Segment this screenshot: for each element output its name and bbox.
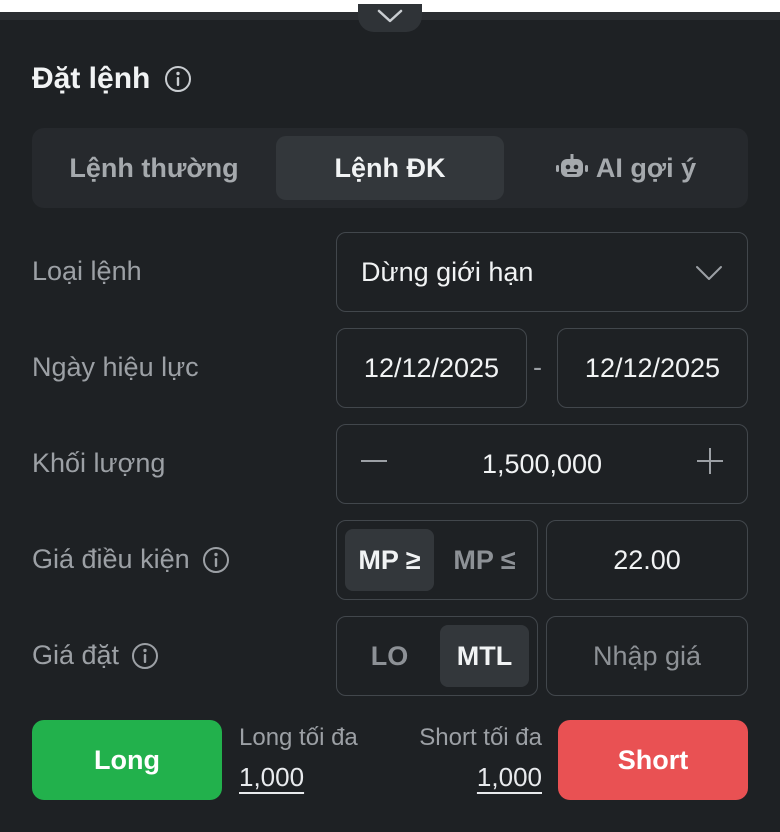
condition-price-label-row: Giá điều kiện [32, 544, 230, 575]
condition-operator-toggle: MP ≥ MP ≤ [336, 520, 538, 600]
long-button-label: Long [94, 744, 160, 775]
info-icon[interactable] [131, 642, 159, 670]
tab-label: Lệnh ĐK [334, 152, 446, 183]
option-label: MP ≥ [358, 544, 421, 575]
lo-option[interactable]: LO [345, 625, 434, 687]
mtl-option[interactable]: MTL [440, 625, 529, 687]
chevron-down-icon [695, 257, 723, 288]
panel-title-row: Đặt lệnh [32, 62, 192, 96]
minus-icon[interactable] [359, 446, 389, 483]
tab-label: AI gợi ý [595, 152, 697, 183]
order-price-placeholder: Nhập giá [592, 640, 702, 671]
short-max-value[interactable]: 1,000 [477, 762, 542, 793]
info-icon[interactable] [202, 546, 230, 574]
plus-icon[interactable] [695, 446, 725, 483]
condition-price-label: Giá điều kiện [32, 544, 190, 574]
quantity-value[interactable]: 1,500,000 [482, 449, 602, 480]
collapse-toggle[interactable] [358, 4, 422, 32]
long-button[interactable]: Long [32, 720, 222, 800]
long-max-label: Long tối đa [239, 724, 358, 751]
quantity-stepper: 1,500,000 [336, 424, 748, 504]
effective-date-label: Ngày hiệu lực [32, 352, 199, 382]
option-label: LO [370, 640, 409, 671]
chevron-down-icon [376, 8, 404, 29]
option-label: MP ≤ [453, 544, 516, 575]
panel-title: Đặt lệnh [32, 62, 151, 95]
order-type-value: Dừng giới hạn [361, 256, 534, 287]
order-price-label: Giá đặt [32, 640, 120, 670]
order-type-select[interactable]: Dừng giới hạn [336, 232, 748, 312]
date-from-field[interactable]: 12/12/2025 [336, 328, 527, 408]
option-label: MTL [456, 640, 513, 671]
order-type-label-row: Loại lệnh [32, 256, 142, 287]
mp-lte-option[interactable]: MP ≤ [440, 529, 529, 591]
info-icon[interactable] [164, 65, 192, 93]
long-max-value[interactable]: 1,000 [239, 762, 304, 793]
short-max-label: Short tối đa [419, 724, 542, 751]
order-type-tabs: Lệnh thường Lệnh ĐK AI gợi ý [32, 128, 748, 208]
tab-ai-suggest[interactable]: AI gợi ý [512, 136, 740, 200]
short-button[interactable]: Short [558, 720, 748, 800]
condition-price-value: 22.00 [613, 544, 681, 575]
quantity-label-row: Khối lượng [32, 448, 165, 479]
short-button-label: Short [617, 744, 689, 775]
order-type-label: Loại lệnh [32, 256, 142, 286]
date-to-value: 12/12/2025 [584, 352, 721, 383]
condition-price-input[interactable]: 22.00 [546, 520, 748, 600]
price-type-toggle: LO MTL [336, 616, 538, 696]
tab-normal-order[interactable]: Lệnh thường [40, 136, 268, 200]
robot-icon [555, 154, 588, 182]
order-price-label-row: Giá đặt [32, 640, 159, 671]
mp-gte-option[interactable]: MP ≥ [345, 529, 434, 591]
tab-label: Lệnh thường [69, 152, 239, 183]
date-separator: - [533, 352, 542, 382]
date-to-field[interactable]: 12/12/2025 [557, 328, 748, 408]
quantity-label: Khối lượng [32, 448, 166, 478]
tab-conditional-order[interactable]: Lệnh ĐK [276, 136, 504, 200]
effective-date-label-row: Ngày hiệu lực [32, 352, 199, 383]
order-price-input[interactable]: Nhập giá [546, 616, 748, 696]
date-from-value: 12/12/2025 [363, 352, 500, 383]
